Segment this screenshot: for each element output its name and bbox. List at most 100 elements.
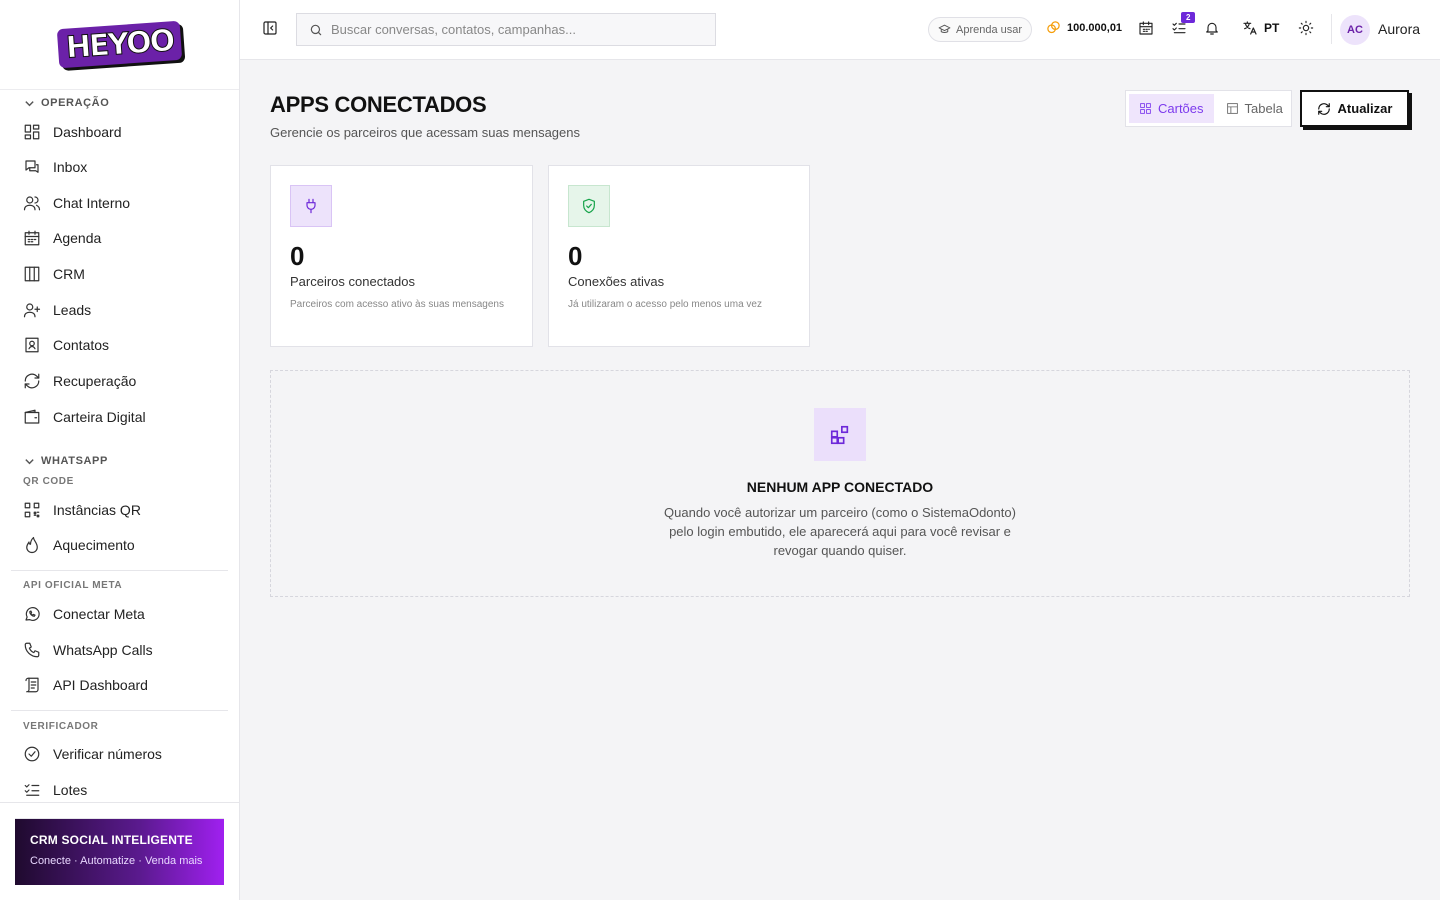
sidebar-collapse-icon[interactable] bbox=[262, 20, 278, 36]
subsection-api-oficial-meta: API OFICIAL META bbox=[23, 580, 123, 591]
section-title: WHATSAPP bbox=[41, 455, 108, 467]
sidebar-item-label: Conectar Meta bbox=[53, 606, 145, 622]
chevron-down-icon bbox=[25, 458, 34, 464]
sidebar-item-label: Carteira Digital bbox=[53, 409, 146, 425]
sidebar-item-instancias-qr[interactable]: Instâncias QR bbox=[12, 494, 228, 526]
view-option-cards[interactable]: Cartões bbox=[1129, 94, 1214, 123]
refresh-icon bbox=[1317, 102, 1330, 115]
refresh-label: Atualizar bbox=[1337, 101, 1393, 116]
section-title: OPERAÇÃO bbox=[41, 97, 110, 109]
empty-icon-box bbox=[814, 408, 866, 461]
sidebar-item-aquecimento[interactable]: Aquecimento bbox=[12, 529, 228, 561]
coins-icon bbox=[1047, 21, 1060, 34]
table-icon bbox=[1226, 103, 1238, 114]
empty-description: Quando você autorizar um parceiro (como … bbox=[664, 505, 1016, 558]
sidebar-item-leads[interactable]: Leads bbox=[12, 294, 228, 326]
refresh-icon bbox=[24, 373, 40, 389]
view-option-table[interactable]: Tabela bbox=[1216, 94, 1293, 123]
search-icon bbox=[310, 24, 322, 35]
sidebar-item-label: Verificar números bbox=[53, 746, 162, 762]
sidebar-item-recuperacao[interactable]: Recuperação bbox=[12, 365, 228, 397]
user-name[interactable]: Aurora bbox=[1378, 21, 1420, 37]
refresh-button[interactable]: Atualizar bbox=[1300, 90, 1409, 127]
users-icon bbox=[23, 196, 41, 211]
stat-card-connections: 0 Conexões ativas Já utilizaram o acesso… bbox=[548, 165, 810, 347]
promo-subtitle: Conecte · Automatize · Venda mais bbox=[30, 855, 203, 867]
search-bar bbox=[296, 13, 716, 46]
sidebar-item-label: API Dashboard bbox=[53, 677, 148, 693]
promo-banner[interactable]: CRM SOCIAL INTELIGENTE Conecte · Automat… bbox=[15, 818, 224, 885]
page-subtitle: Gerencie os parceiros que acessam suas m… bbox=[270, 125, 580, 140]
calendar-icon bbox=[24, 230, 40, 246]
stat-icon-box bbox=[568, 185, 610, 227]
credits-balance[interactable]: 100.000,01 bbox=[1046, 20, 1122, 35]
sidebar-item-carteira-digital[interactable]: Carteira Digital bbox=[12, 401, 228, 433]
avatar[interactable]: AC bbox=[1340, 15, 1370, 45]
list-checks-icon bbox=[24, 784, 40, 796]
sidebar-item-label: Instâncias QR bbox=[53, 502, 141, 518]
apps-icon bbox=[830, 425, 849, 444]
calendar-button[interactable] bbox=[1138, 20, 1156, 38]
scroll-icon bbox=[25, 677, 39, 693]
language-code: PT bbox=[1264, 21, 1280, 35]
sidebar-item-chat-interno[interactable]: Chat Interno bbox=[12, 187, 228, 219]
promo-title: CRM SOCIAL INTELIGENTE bbox=[30, 833, 193, 847]
sidebar-nav: OPERAÇÃO Dashboard Inbox Chat Interno Ag… bbox=[0, 90, 240, 802]
sidebar-item-whatsapp-calls[interactable]: WhatsApp Calls bbox=[12, 634, 228, 666]
chevron-down-icon bbox=[25, 100, 34, 106]
sun-icon bbox=[1298, 20, 1314, 36]
learn-button[interactable]: Aprenda usar bbox=[928, 17, 1033, 42]
sidebar-item-agenda[interactable]: Agenda bbox=[12, 222, 228, 254]
stat-card-partners: 0 Parceiros conectados Parceiros com ace… bbox=[270, 165, 533, 347]
logo-area: HEYOO bbox=[0, 0, 239, 90]
notifications-button[interactable] bbox=[1204, 20, 1222, 38]
sidebar-item-api-dashboard[interactable]: API Dashboard bbox=[12, 669, 228, 701]
plug-icon bbox=[306, 198, 316, 214]
stat-label: Conexões ativas bbox=[568, 274, 665, 289]
view-toggle: Cartões Tabela bbox=[1125, 90, 1292, 127]
view-option-label: Cartões bbox=[1158, 101, 1204, 116]
stat-icon-box bbox=[290, 185, 332, 227]
learn-label: Aprenda usar bbox=[956, 23, 1023, 36]
stat-label: Parceiros conectados bbox=[290, 274, 416, 289]
sidebar-item-label: CRM bbox=[53, 266, 85, 282]
sidebar-item-label: Dashboard bbox=[53, 124, 122, 140]
app-logo[interactable]: HEYOO bbox=[56, 20, 183, 69]
topbar: Aprenda usar 100.000,01 2 PT AC Aurora bbox=[240, 0, 1440, 60]
section-toggle-whatsapp[interactable]: WHATSAPP bbox=[24, 455, 108, 467]
sidebar-item-dashboard[interactable]: Dashboard bbox=[12, 116, 228, 148]
sidebar-item-label: Lotes bbox=[53, 782, 88, 798]
view-option-label: Tabela bbox=[1244, 101, 1283, 116]
language-selector[interactable]: PT bbox=[1242, 20, 1279, 36]
tasks-badge: 2 bbox=[1181, 12, 1196, 23]
sidebar-item-lotes[interactable]: Lotes bbox=[12, 774, 228, 802]
subsection-verificador: VERIFICADOR bbox=[23, 721, 99, 732]
stat-value: 0 bbox=[290, 241, 305, 271]
sidebar-item-label: Aquecimento bbox=[53, 537, 135, 553]
kanban-icon bbox=[24, 266, 40, 282]
divider bbox=[11, 570, 228, 571]
sidebar-item-verificar-numeros[interactable]: Verificar números bbox=[12, 738, 228, 770]
user-plus-icon bbox=[23, 303, 41, 318]
stat-description: Já utilizaram o acesso pelo menos uma ve… bbox=[568, 299, 762, 310]
translate-icon bbox=[1243, 21, 1257, 35]
sidebar-item-inbox[interactable]: Inbox bbox=[12, 151, 228, 183]
theme-toggle[interactable] bbox=[1298, 20, 1316, 38]
sidebar-item-conectar-meta[interactable]: Conectar Meta bbox=[12, 598, 228, 630]
flame-icon bbox=[26, 536, 38, 554]
check-circle-icon bbox=[24, 746, 40, 762]
sidebar-item-label: WhatsApp Calls bbox=[53, 642, 153, 658]
dashboard-icon bbox=[24, 124, 40, 140]
credits-value: 100.000,01 bbox=[1067, 21, 1123, 34]
search-input[interactable] bbox=[331, 22, 701, 37]
inbox-icon bbox=[25, 160, 39, 173]
graduation-cap-icon bbox=[938, 24, 951, 33]
sidebar-item-label: Recuperação bbox=[53, 373, 137, 389]
section-toggle-operacao[interactable]: OPERAÇÃO bbox=[24, 97, 109, 109]
phone-icon bbox=[24, 642, 40, 658]
calendar-icon bbox=[1139, 21, 1153, 35]
sidebar-item-contatos[interactable]: Contatos bbox=[12, 329, 228, 361]
sidebar-item-crm[interactable]: CRM bbox=[12, 258, 228, 290]
sidebar-item-label: Chat Interno bbox=[53, 195, 131, 211]
bell-icon bbox=[1206, 22, 1218, 35]
